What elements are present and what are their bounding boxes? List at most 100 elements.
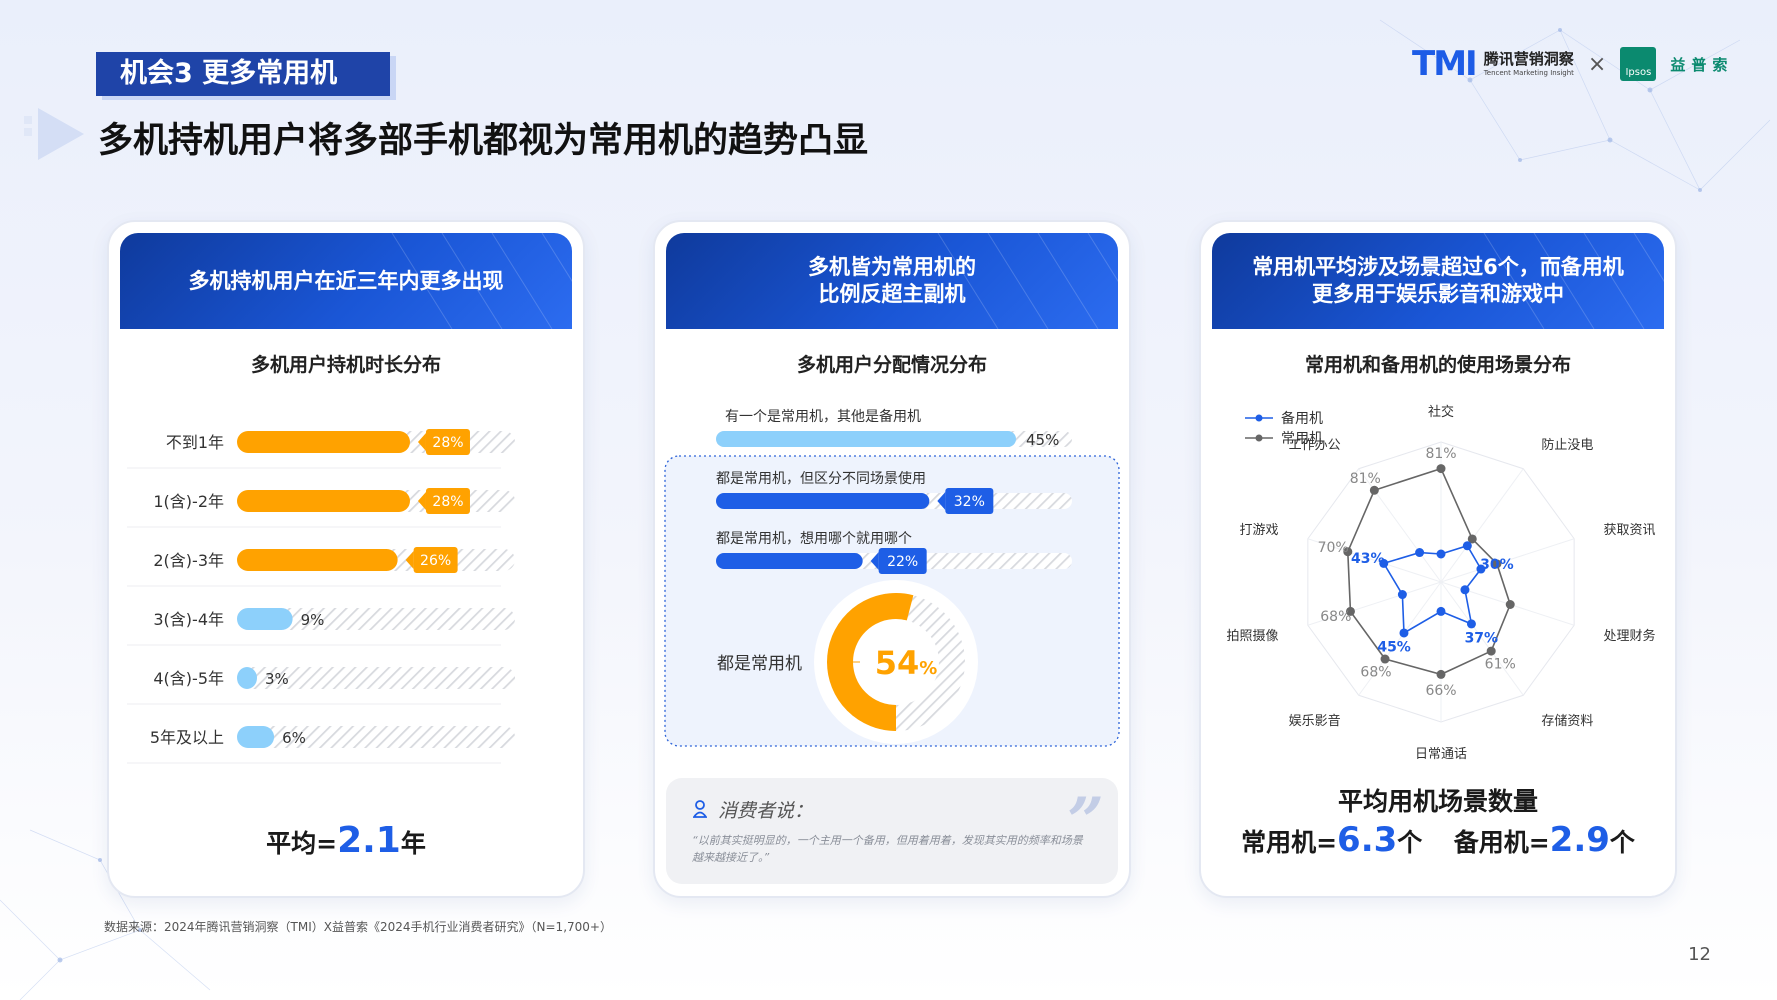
card-header-text: 多机皆为常用机的 比例反超主副机 xyxy=(808,255,976,306)
bar-category-label: 都是常用机，想用哪个就用哪个 xyxy=(716,531,912,547)
chart-subtitle: 多机用户分配情况分布 xyxy=(796,354,987,376)
radar-axis-label: 娱乐影音 xyxy=(1289,713,1341,729)
consumer-quote: 消费者说： “以前其实挺明显的，一个主用一个备用，但用着用着，发现其实用的频率和… xyxy=(666,778,1118,884)
card-header: 常用机平均涉及场景超过6个，而备用机 更多用于娱乐影音和游戏中 xyxy=(1212,233,1664,329)
radar-value-label: 81% xyxy=(1350,471,1381,487)
bar-category-label: 有一个是常用机，其他是备用机 xyxy=(725,408,921,425)
bar-value-tag-text: 28% xyxy=(432,494,463,510)
radar-point xyxy=(1436,606,1446,616)
bar-0 xyxy=(716,431,1016,447)
bar-value-label: 3% xyxy=(265,670,289,688)
bar-value-tag-text: 22% xyxy=(887,554,918,570)
radar-point xyxy=(1415,548,1425,558)
brand-logos: TMI 腾讯营销洞察 Tencent Marketing Insight × I… xyxy=(1412,44,1733,84)
radar-point xyxy=(1436,549,1446,559)
radar-axis-label: 拍照摄像 xyxy=(1227,629,1279,644)
radar-point xyxy=(1380,654,1390,664)
avg-unit: 年 xyxy=(400,829,426,858)
radar-point xyxy=(1460,585,1470,595)
ipsos-logo-cn: 益普索 xyxy=(1670,55,1734,74)
quote-label: 消费者说： xyxy=(718,800,814,822)
avg-scenario-title: 平均用机场景数量 xyxy=(1337,787,1538,816)
page-number: 12 xyxy=(1688,944,1711,965)
chart-subtitle: 常用机和备用机的使用场景分布 xyxy=(1304,354,1571,376)
radar-point xyxy=(1505,599,1515,609)
bar-5 xyxy=(237,726,275,748)
card-holding-duration: 多机持机用户在近三年内更多出现 多机用户持机时长分布 不到1年 28% 1(含)-2… xyxy=(107,220,585,898)
bar-category-label: 4(含)-5年 xyxy=(153,669,224,688)
page-title: 多机持机用户将多部手机都视为常用机的趋势凸显 xyxy=(98,121,869,161)
tmi-logo: TMI xyxy=(1412,44,1478,84)
bar-value-tag-text: 28% xyxy=(432,435,463,451)
avg-unit-backup: 个 xyxy=(1609,828,1635,857)
bar-category-label: 1(含)-2年 xyxy=(153,492,224,511)
bar-category-label: 都是常用机，但区分不同场景使用 xyxy=(716,470,926,487)
bar-value-tag-text: 26% xyxy=(420,553,451,569)
user-icon xyxy=(693,800,707,818)
radar-value-label: 45% xyxy=(1377,640,1411,656)
radar-point xyxy=(1369,485,1379,495)
avg-value-common: 6.3 xyxy=(1337,820,1398,860)
bar-0 xyxy=(237,431,410,453)
radar-point xyxy=(1397,590,1407,600)
radar-value-label: 61% xyxy=(1485,657,1516,673)
card-allocation: 多机皆为常用机的 比例反超主副机 多机用户分配情况分布 有一个是常用机，其他是备… xyxy=(653,220,1131,898)
bar-track xyxy=(237,726,515,748)
radar-point xyxy=(1466,619,1476,629)
card-scenarios: 常用机平均涉及场景超过6个，而备用机 更多用于娱乐影音和游戏中 常用机和备用机的… xyxy=(1199,220,1677,898)
radar-axis-label: 获取资讯 xyxy=(1603,523,1655,538)
bar-2 xyxy=(716,553,863,569)
bar-value-label: 9% xyxy=(301,611,325,629)
card-header: 多机皆为常用机的 比例反超主副机 xyxy=(666,233,1118,329)
radar-point xyxy=(1436,669,1446,679)
quote-marks-icon: ” xyxy=(1067,784,1104,859)
avg-scenario-values: 常用机=6.3个 备用机=2.9个 xyxy=(1201,820,1675,860)
bar-4 xyxy=(237,667,257,689)
play-arrow-icon xyxy=(24,108,84,160)
radar-value-label: 30% xyxy=(1480,557,1514,573)
avg-label-backup: 备用机= xyxy=(1453,828,1550,857)
radar-value-label: 70% xyxy=(1318,540,1349,556)
radar-axis-label: 日常通话 xyxy=(1415,747,1467,762)
radar-value-label: 37% xyxy=(1465,630,1499,646)
bar-category-label: 不到1年 xyxy=(166,433,224,452)
radar-value-label: 81% xyxy=(1425,446,1456,462)
legend-marker xyxy=(1255,434,1263,442)
radar-axis-label: 打游戏 xyxy=(1240,523,1279,538)
tmi-logo-cn: 腾讯营销洞察 xyxy=(1483,49,1574,68)
legend-label: 常用机 xyxy=(1281,431,1323,447)
avg-label-common: 常用机= xyxy=(1241,828,1338,857)
section-tag: 机会3 更多常用机 xyxy=(96,52,390,96)
radar-point xyxy=(1436,464,1446,474)
bar-value-label: 45% xyxy=(1026,431,1059,449)
donut-category-label: 都是常用机 xyxy=(717,654,802,674)
bar-1 xyxy=(237,490,410,512)
radar-axis-label: 防止没电 xyxy=(1541,437,1593,453)
bar-2 xyxy=(237,549,398,571)
card-header-text: 常用机平均涉及场景超过6个，而备用机 更多用于娱乐影音和游戏中 xyxy=(1252,255,1624,306)
ipsos-logo: Ipsos xyxy=(1620,47,1657,81)
bar-1 xyxy=(716,493,930,509)
average-duration: 平均=2.1年 xyxy=(109,820,583,861)
avg-unit-common: 个 xyxy=(1397,828,1423,857)
radar-axis-label: 存储资料 xyxy=(1541,714,1593,729)
collab-x: × xyxy=(1587,51,1607,77)
radar-point xyxy=(1462,541,1472,551)
avg-prefix: 平均= xyxy=(266,829,338,858)
avg-value-backup: 2.9 xyxy=(1549,820,1610,860)
legend-label: 备用机 xyxy=(1281,410,1323,427)
radar-axis-label: 社交 xyxy=(1428,404,1454,420)
card-header: 多机持机用户在近三年内更多出现 xyxy=(120,233,572,329)
bar-category-label: 5年及以上 xyxy=(150,728,224,747)
quote-text: “以前其实挺明显的，一个主用一个备用，但用着用着，发现其实用的频率和场景越来越接… xyxy=(692,834,1083,864)
bar-value-label: 6% xyxy=(282,729,306,747)
radar-value-label: 68% xyxy=(1360,664,1391,680)
radar-value-label: 66% xyxy=(1425,683,1456,699)
bar-category-label: 3(含)-4年 xyxy=(153,610,224,629)
duration-bar-chart: 不到1年 28% 1(含)-2年 28% 2(含)-3年 26% 3(含)-4年 9% 4(含)… xyxy=(127,429,515,764)
chart-subtitle: 多机用户持机时长分布 xyxy=(250,354,441,376)
radar-point xyxy=(1399,628,1409,638)
radar-value-label: 68% xyxy=(1320,609,1351,625)
bar-category-label: 2(含)-3年 xyxy=(153,551,224,570)
scenario-radar-chart: 社交防止没电获取资讯处理财务存储资料日常通话娱乐影音拍照摄像打游戏工作办公81%… xyxy=(1227,404,1656,762)
